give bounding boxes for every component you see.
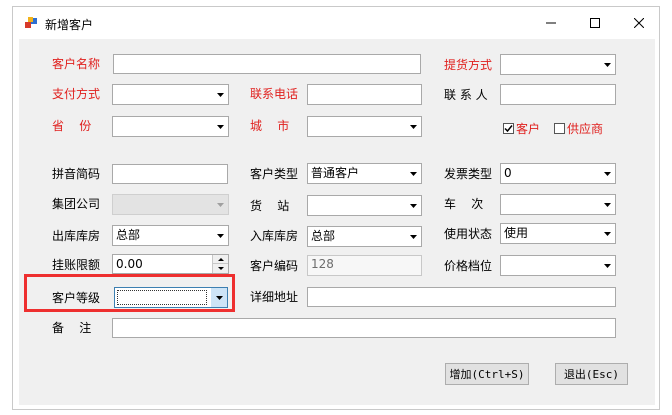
payment-method-label: 支付方式	[52, 87, 101, 101]
minimize-button[interactable]	[529, 7, 573, 39]
pinyin-code-label: 拼音简码	[52, 167, 101, 181]
supplier-checkbox[interactable]: 供应商	[554, 120, 603, 137]
highlight-box	[24, 274, 235, 312]
credit-limit-stepper[interactable]: 0.00	[112, 254, 229, 274]
close-button[interactable]	[617, 7, 661, 39]
train-no-select[interactable]	[500, 194, 616, 215]
usage-status-label: 使用状态	[444, 227, 493, 241]
customer-type-label: 客户类型	[250, 167, 299, 181]
customer-checkbox[interactable]: 客户	[503, 120, 540, 137]
outbound-warehouse-label: 出库库房	[52, 229, 101, 243]
inbound-warehouse-select[interactable]: 总部	[307, 226, 422, 247]
pinyin-code-input[interactable]	[112, 164, 228, 184]
customer-code-label: 客户编码	[250, 259, 299, 273]
chevron-down-icon	[599, 164, 615, 183]
window-title: 新增客户	[45, 18, 94, 32]
remarks-input[interactable]	[112, 318, 616, 338]
station-label: 货 站	[250, 199, 290, 213]
inbound-warehouse-value: 总部	[311, 229, 336, 243]
outbound-warehouse-value: 总部	[116, 228, 141, 242]
chevron-down-icon	[405, 196, 421, 215]
maximize-button[interactable]	[573, 7, 617, 39]
spin-down-icon[interactable]	[212, 263, 228, 273]
chevron-down-icon	[405, 164, 421, 183]
credit-limit-value: 0.00	[116, 257, 143, 271]
detail-address-label: 详细地址	[250, 290, 299, 304]
chevron-down-icon	[212, 226, 228, 245]
chevron-down-icon	[599, 195, 615, 214]
remarks-label: 备 注	[52, 321, 92, 335]
payment-method-select[interactable]	[112, 84, 229, 105]
province-label: 省 份	[52, 119, 92, 133]
chevron-down-icon	[405, 227, 421, 246]
city-select[interactable]	[307, 116, 422, 137]
detail-address-input[interactable]	[307, 287, 616, 307]
usage-status-value: 使用	[504, 226, 529, 240]
form-area: 客户名称 提货方式 支付方式 联系电话 联 系 人 省 份 城 市 客户 供应商…	[19, 39, 655, 405]
checkbox-checked-icon	[503, 123, 514, 134]
credit-limit-label: 挂账限额	[52, 258, 101, 272]
contact-phone-input[interactable]	[307, 84, 422, 105]
contact-person-label: 联 系 人	[444, 88, 488, 102]
group-company-label: 集团公司	[52, 197, 101, 211]
station-select[interactable]	[307, 195, 422, 216]
chevron-down-icon	[212, 117, 228, 136]
invoice-type-select[interactable]: 0	[500, 163, 616, 184]
inbound-warehouse-label: 入库库房	[250, 229, 299, 243]
supplier-checkbox-label: 供应商	[567, 122, 604, 136]
app-icon	[25, 17, 37, 28]
outbound-warehouse-select[interactable]: 总部	[112, 225, 229, 246]
add-button[interactable]: 增加(Ctrl+S)	[445, 363, 529, 385]
city-label: 城 市	[250, 119, 290, 133]
pickup-method-label: 提货方式	[444, 58, 493, 72]
chevron-down-icon	[212, 195, 228, 214]
customer-name-input[interactable]	[113, 54, 421, 74]
exit-button[interactable]: 退出(Esc)	[555, 363, 628, 385]
contact-person-input[interactable]	[500, 84, 616, 105]
invoice-type-label: 发票类型	[444, 167, 493, 181]
pickup-method-select[interactable]	[500, 54, 616, 75]
customer-name-label: 客户名称	[52, 57, 101, 71]
chevron-down-icon	[212, 85, 228, 104]
customer-code-input: 128	[307, 255, 422, 276]
dialog-window: 新增客户 客户名称 提货方式 支付方式 联系电话 联 系 人 省 份 城 市 客…	[12, 6, 660, 410]
contact-phone-label: 联系电话	[250, 87, 299, 101]
customer-type-select[interactable]: 普通客户	[307, 163, 422, 184]
chevron-down-icon	[405, 117, 421, 136]
group-company-select	[112, 194, 229, 215]
minimize-icon	[546, 22, 556, 24]
checkbox-unchecked-icon	[554, 123, 565, 134]
invoice-type-value: 0	[504, 166, 512, 180]
province-select[interactable]	[112, 116, 229, 137]
price-tier-label: 价格档位	[444, 259, 493, 273]
customer-checkbox-label: 客户	[516, 122, 541, 136]
close-icon	[634, 18, 644, 28]
chevron-down-icon	[599, 256, 615, 275]
maximize-icon	[590, 18, 600, 28]
chevron-down-icon	[599, 55, 615, 74]
train-no-label: 车 次	[444, 197, 484, 211]
title-bar: 新增客户	[13, 7, 659, 39]
usage-status-select[interactable]: 使用	[500, 223, 616, 244]
chevron-down-icon	[599, 224, 615, 243]
price-tier-select[interactable]	[500, 255, 616, 276]
customer-type-value: 普通客户	[311, 166, 360, 180]
